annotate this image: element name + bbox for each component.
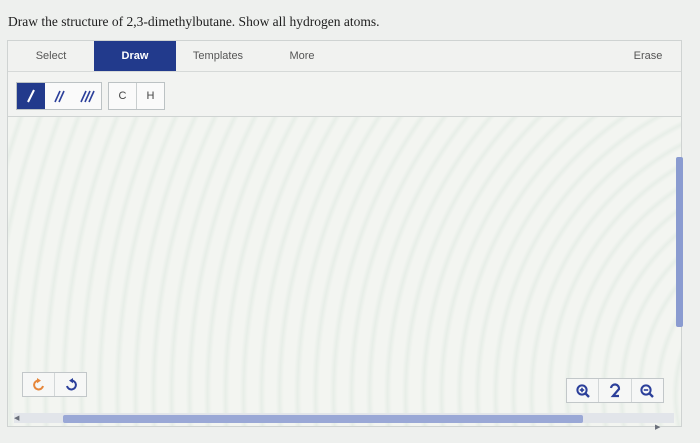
carbon-atom-button[interactable]: C [109, 83, 136, 109]
redo-button[interactable] [54, 373, 86, 396]
single-bond-button[interactable] [17, 83, 45, 109]
zoom-in-icon [576, 383, 590, 398]
erase-button[interactable]: Erase [618, 41, 678, 71]
undo-redo-controls [22, 372, 87, 397]
scroll-left-arrow-icon[interactable]: ◀ [14, 414, 19, 422]
hydrogen-atom-button[interactable]: H [136, 83, 164, 109]
reset-zoom-icon [609, 382, 621, 397]
select-tab[interactable]: Select [8, 41, 94, 71]
draw-tab[interactable]: Draw [94, 41, 176, 71]
editor-toolbar: Select Draw Templates More Erase [8, 41, 681, 72]
triple-bond-button[interactable] [73, 83, 101, 109]
zoom-out-button[interactable] [630, 379, 663, 402]
undo-icon [32, 377, 44, 390]
vertical-scrollbar[interactable] [676, 157, 683, 327]
redo-icon [65, 377, 77, 390]
drawing-palette: C H [8, 72, 681, 117]
more-tab[interactable]: More [260, 41, 344, 71]
bond-tools [16, 82, 102, 110]
zoom-out-icon [640, 383, 655, 398]
triple-bond-icon [80, 90, 95, 103]
horizontal-scrollbar-thumb[interactable] [63, 415, 583, 423]
zoom-controls [566, 378, 664, 403]
double-bond-button[interactable] [45, 83, 73, 109]
undo-button[interactable] [23, 373, 54, 396]
atom-tools: C H [108, 82, 165, 110]
single-bond-icon [27, 89, 35, 103]
templates-tab[interactable]: Templates [176, 41, 260, 71]
double-bond-icon [54, 90, 65, 103]
zoom-in-button[interactable] [567, 379, 598, 402]
drawing-editor: Select Draw Templates More Erase C H [7, 40, 682, 427]
question-text: Draw the structure of 2,3-dimethylbutane… [8, 14, 380, 29]
scroll-right-arrow-icon[interactable]: ▶ [655, 423, 660, 431]
reset-zoom-button[interactable] [598, 379, 630, 402]
